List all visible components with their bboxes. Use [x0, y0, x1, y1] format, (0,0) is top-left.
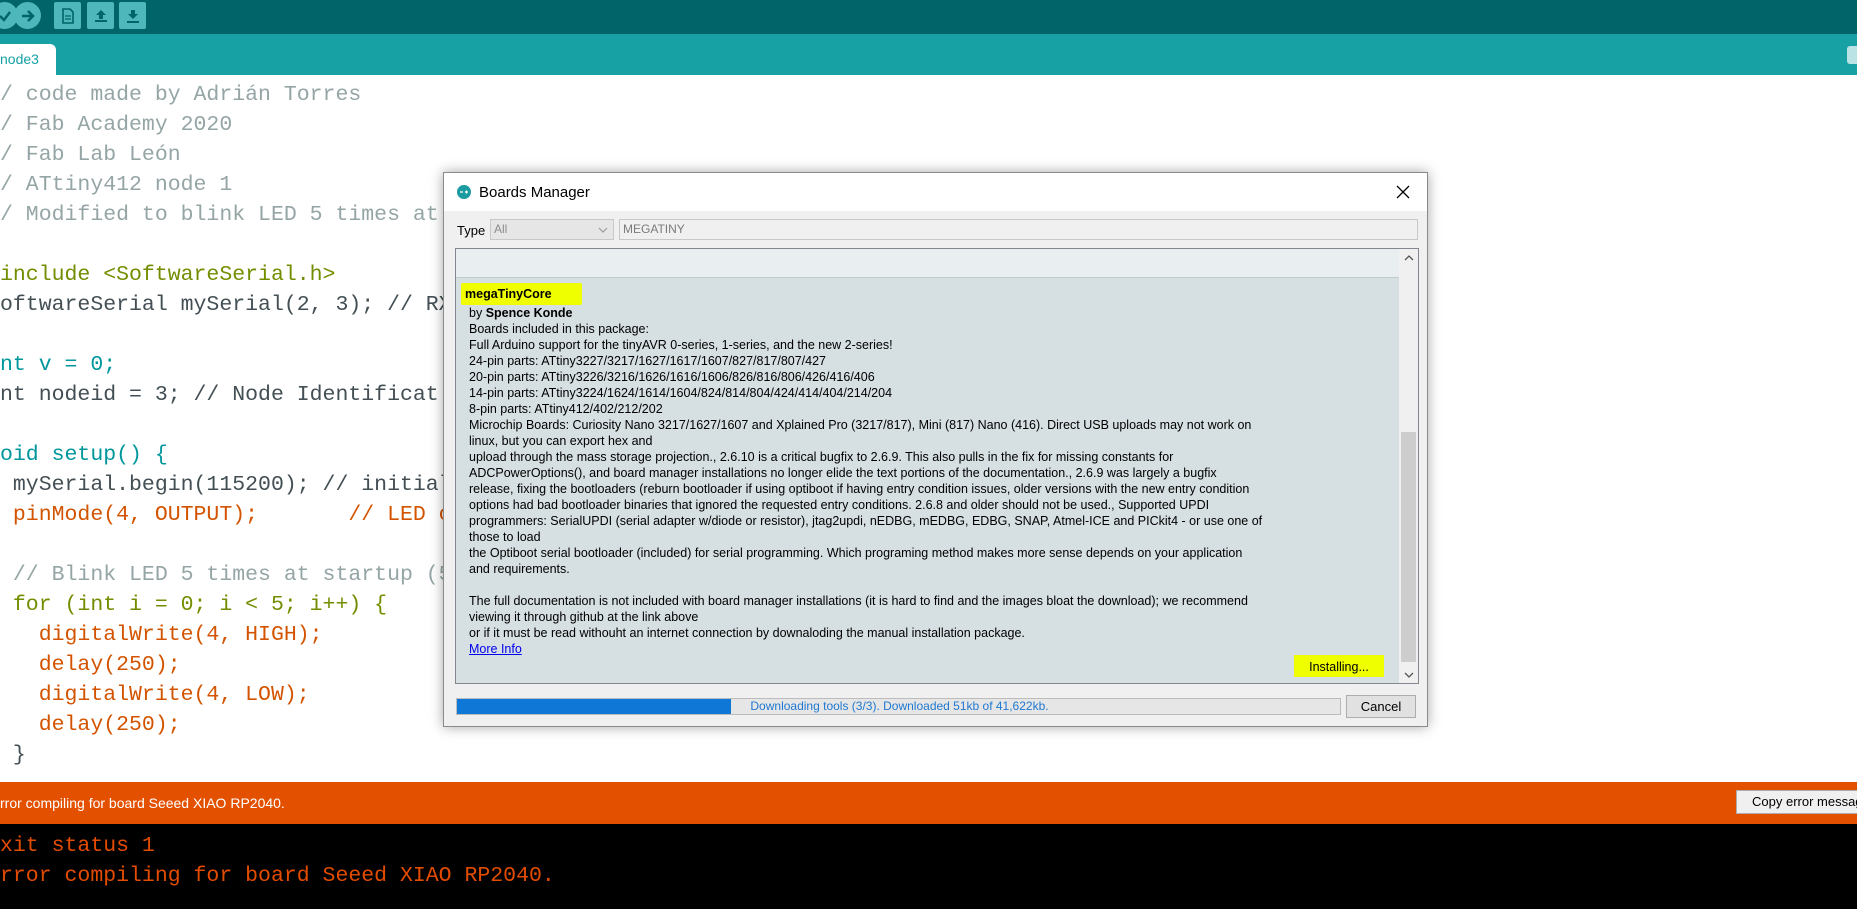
description-line: upload through the mass storage projecti… [469, 450, 1174, 464]
description-line: the Optiboot serial bootloader (included… [469, 546, 1243, 560]
code-line: / Fab Academy 2020 [0, 113, 233, 137]
tab-node3[interactable]: node3 [0, 44, 56, 75]
code-line: digitalWrite(4, HIGH); [0, 623, 323, 647]
description-line: The full documentation is not included w… [469, 594, 1248, 608]
code-line: pinMode(4, OUTPUT); // LED on [0, 503, 465, 527]
description-line: ADCPowerOptions(), and board manager ins… [469, 466, 1217, 480]
description-line: Boards included in this package: [469, 322, 649, 336]
description-line: 24-pin parts: ATtiny3227/3217/1627/1617/… [469, 354, 827, 368]
code-line: // Blink LED 5 times at startup (5 [0, 563, 452, 587]
tab-menu-button[interactable] [1847, 46, 1857, 64]
arduino-icon [457, 185, 471, 199]
description-line: 8-pin parts: ATtiny412/402/212/202 [469, 402, 663, 416]
description-line: Microchip Boards: Curiosity Nano 3217/16… [469, 418, 1252, 432]
code-line: } [0, 743, 26, 767]
board-package-description: by Spence Konde Boards included in this … [469, 305, 1389, 657]
installing-status-button: Installing... [1294, 655, 1384, 677]
type-dropdown[interactable]: All [490, 219, 614, 240]
code-line: include <SoftwareSerial.h> [0, 263, 336, 287]
console-line: rror compiling for board Seeed XIAO RP20… [0, 864, 555, 888]
close-icon[interactable] [1392, 181, 1414, 203]
code-line: oftwareSerial mySerial(2, 3); // RX [0, 293, 452, 317]
console-output[interactable]: xit status 1 rror compiling for board Se… [0, 824, 1857, 909]
progress-text: Downloading tools (3/3). Downloaded 51kb… [750, 699, 1049, 713]
dialog-title-bar[interactable]: Boards Manager [444, 173, 1427, 211]
description-line: programmers: SerialUPDI (serial adapter … [469, 514, 1263, 528]
more-info-link[interactable]: More Info [469, 642, 522, 656]
code-line: nt v = 0; [0, 353, 117, 377]
new-file-icon[interactable] [54, 2, 81, 29]
description-line: or if it must be read withouht an intern… [469, 626, 1025, 640]
tab-bar: node3 [0, 34, 1857, 75]
open-file-icon[interactable] [87, 2, 114, 29]
copy-error-button[interactable]: Copy error messages [1736, 790, 1857, 814]
error-status-bar: rror compiling for board Seeed XIAO RP20… [0, 782, 1857, 824]
code-line: delay(250); [0, 653, 181, 677]
search-input[interactable]: MEGATINY [619, 219, 1418, 240]
author-prefix: by [469, 306, 486, 320]
download-progress-bar: Downloading tools (3/3). Downloaded 51kb… [456, 698, 1341, 715]
description-line: 20-pin parts: ATtiny3226/3216/1626/1616/… [469, 370, 875, 384]
scroll-down-icon[interactable] [1399, 666, 1418, 683]
cancel-button[interactable]: Cancel [1346, 695, 1416, 718]
scroll-up-icon[interactable] [1399, 249, 1418, 266]
description-line: release, fixing the bootloaders (reburn … [469, 482, 1250, 496]
code-line: oid setup() { [0, 443, 168, 467]
description-line: linux, but you can export hex and [469, 434, 653, 448]
list-item-previous[interactable] [456, 249, 1399, 278]
code-line: / code made by Adrián Torres [0, 83, 362, 107]
code-line: for (int i = 0; i < 5; i++) { [0, 593, 388, 617]
description-line: options had bad bootloader binaries that… [469, 498, 1210, 512]
description-line: 14-pin parts: ATtiny3224/1624/1614/1604/… [469, 386, 893, 400]
board-package-author-line: by Spence Konde [469, 305, 1389, 321]
description-line: and requirements. [469, 562, 570, 576]
type-dropdown-value: All [494, 222, 508, 236]
type-label: Type [457, 223, 486, 238]
status-message: rror compiling for board Seeed XIAO RP20… [0, 795, 285, 811]
list-item-megatinycore[interactable]: megaTinyCore by Spence Konde Boards incl… [456, 278, 1399, 683]
toolbar [0, 0, 1857, 34]
dialog-title: Boards Manager [479, 184, 590, 201]
code-line: delay(250); [0, 713, 181, 737]
list-scrollbar[interactable] [1399, 249, 1418, 683]
boards-manager-dialog: Boards Manager Type All MEGATINY megaTin… [443, 172, 1428, 727]
console-line: xit status 1 [0, 834, 155, 858]
description-line: Full Arduino support for the tinyAVR 0-s… [469, 338, 893, 352]
code-line: mySerial.begin(115200); // initial [0, 473, 452, 497]
boards-list[interactable]: megaTinyCore by Spence Konde Boards incl… [455, 248, 1419, 684]
description-line: viewing it through github at the link ab… [469, 610, 699, 624]
code-line: / ATtiny412 node 1 [0, 173, 233, 197]
chevron-down-icon [598, 223, 608, 242]
code-line: / Modified to blink LED 5 times at [0, 203, 439, 227]
code-line: / Fab Lab León [0, 143, 181, 167]
board-package-author: Spence Konde [485, 306, 573, 320]
save-file-icon[interactable] [119, 2, 146, 29]
code-line: nt nodeid = 3; // Node Identificat [0, 383, 439, 407]
description-line: those to load [469, 530, 541, 544]
upload-icon[interactable] [14, 2, 41, 29]
board-package-name: megaTinyCore [461, 283, 582, 305]
scrollbar-thumb[interactable] [1401, 432, 1416, 662]
code-line: digitalWrite(4, LOW); [0, 683, 310, 707]
